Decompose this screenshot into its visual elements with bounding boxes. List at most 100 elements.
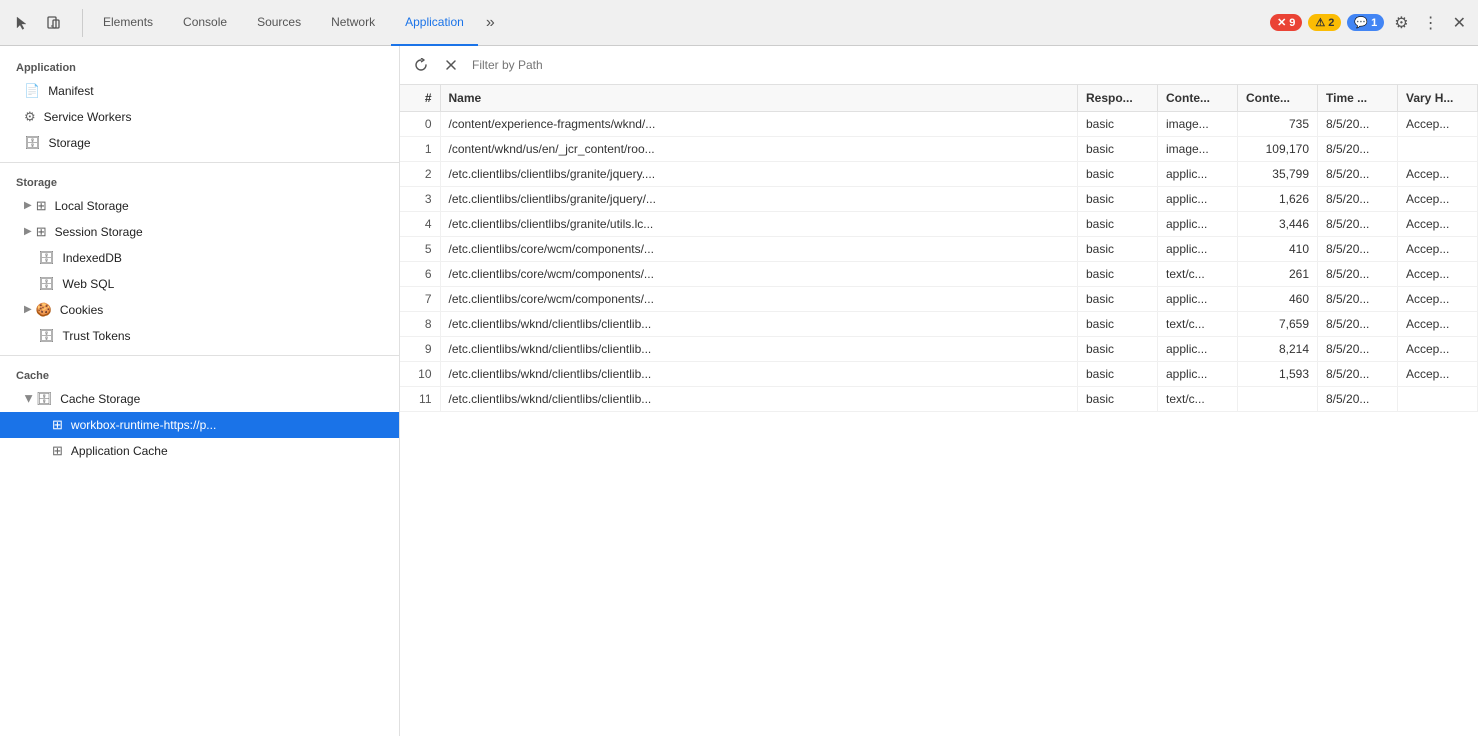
cell-vary xyxy=(1398,137,1478,162)
app-cache-label: Application Cache xyxy=(71,442,168,460)
sidebar-item-app-cache[interactable]: ⊞ Application Cache xyxy=(0,438,399,464)
sidebar-item-cookies[interactable]: ▶ 🍪 Cookies xyxy=(0,297,399,323)
col-header-response[interactable]: Respo... xyxy=(1078,85,1158,112)
msg-badge[interactable]: 💬 1 xyxy=(1347,14,1384,31)
col-header-vary[interactable]: Vary H... xyxy=(1398,85,1478,112)
storage-label: Storage xyxy=(49,134,91,152)
cell-time: 8/5/20... xyxy=(1318,262,1398,287)
cell-content-size: 735 xyxy=(1238,112,1318,137)
warn-badge[interactable]: ⚠ 2 xyxy=(1308,14,1341,31)
session-storage-icon: ⊞ xyxy=(36,223,47,241)
cell-name: /etc.clientlibs/clientlibs/granite/jquer… xyxy=(440,187,1078,212)
cursor-icon-btn[interactable] xyxy=(8,9,36,37)
cell-time: 8/5/20... xyxy=(1318,212,1398,237)
cell-name: /content/experience-fragments/wknd/... xyxy=(440,112,1078,137)
sidebar-divider-2 xyxy=(0,355,399,356)
cell-response: basic xyxy=(1078,312,1158,337)
table-row[interactable]: 11 /etc.clientlibs/wknd/clientlibs/clien… xyxy=(400,387,1478,412)
msg-icon: 💬 xyxy=(1354,16,1368,29)
cell-response: basic xyxy=(1078,262,1158,287)
table-row[interactable]: 8 /etc.clientlibs/wknd/clientlibs/client… xyxy=(400,312,1478,337)
refresh-button[interactable] xyxy=(408,52,434,78)
cell-num: 11 xyxy=(400,387,440,412)
cell-num: 6 xyxy=(400,262,440,287)
tab-elements[interactable]: Elements xyxy=(89,0,167,46)
cell-content-type: text/c... xyxy=(1158,312,1238,337)
cell-name: /etc.clientlibs/wknd/clientlibs/clientli… xyxy=(440,337,1078,362)
table-row[interactable]: 5 /etc.clientlibs/core/wcm/components/..… xyxy=(400,237,1478,262)
session-storage-label: Session Storage xyxy=(55,223,143,241)
table-row[interactable]: 0 /content/experience-fragments/wknd/...… xyxy=(400,112,1478,137)
trust-tokens-label: Trust Tokens xyxy=(63,327,131,345)
table-row[interactable]: 4 /etc.clientlibs/clientlibs/granite/uti… xyxy=(400,212,1478,237)
col-header-name[interactable]: Name xyxy=(440,85,1078,112)
close-icon[interactable]: ✕ xyxy=(1449,9,1470,37)
websql-label: Web SQL xyxy=(63,275,115,293)
warn-icon: ⚠ xyxy=(1315,16,1325,29)
table-row[interactable]: 7 /etc.clientlibs/core/wcm/components/..… xyxy=(400,287,1478,312)
indexeddb-label: IndexedDB xyxy=(63,249,122,267)
cell-name: /etc.clientlibs/wknd/clientlibs/clientli… xyxy=(440,387,1078,412)
cell-name: /etc.clientlibs/core/wcm/components/... xyxy=(440,287,1078,312)
storage-section-title: Storage xyxy=(0,169,399,193)
table-row[interactable]: 9 /etc.clientlibs/wknd/clientlibs/client… xyxy=(400,337,1478,362)
sidebar-item-storage[interactable]: 🗄 Storage xyxy=(0,130,399,156)
tab-network[interactable]: Network xyxy=(317,0,389,46)
sidebar-item-local-storage[interactable]: ▶ ⊞ Local Storage xyxy=(0,193,399,219)
sidebar-item-session-storage[interactable]: ▶ ⊞ Session Storage xyxy=(0,219,399,245)
device-icon-btn[interactable] xyxy=(40,9,68,37)
sidebar-item-cache-storage[interactable]: ▶ 🗄 Cache Storage xyxy=(0,386,399,412)
tab-console[interactable]: Console xyxy=(169,0,241,46)
table-row[interactable]: 2 /etc.clientlibs/clientlibs/granite/jqu… xyxy=(400,162,1478,187)
clear-button[interactable] xyxy=(438,52,464,78)
cell-num: 9 xyxy=(400,337,440,362)
cell-name: /etc.clientlibs/wknd/clientlibs/clientli… xyxy=(440,312,1078,337)
error-badge[interactable]: ✕ 9 xyxy=(1270,14,1302,31)
cookies-label: Cookies xyxy=(60,301,103,319)
col-header-content-size[interactable]: Conte... xyxy=(1238,85,1318,112)
cell-content-size: 109,170 xyxy=(1238,137,1318,162)
col-header-num[interactable]: # xyxy=(400,85,440,112)
more-tabs-icon[interactable]: » xyxy=(480,14,501,32)
table-row[interactable]: 3 /etc.clientlibs/clientlibs/granite/jqu… xyxy=(400,187,1478,212)
trust-tokens-icon: 🗄 xyxy=(38,327,55,345)
devtools-toolbar: Elements Console Sources Network Applica… xyxy=(0,0,1478,46)
table-header: # Name Respo... Conte... Conte... Time .… xyxy=(400,85,1478,112)
cell-num: 10 xyxy=(400,362,440,387)
cell-response: basic xyxy=(1078,237,1158,262)
settings-icon[interactable]: ⚙ xyxy=(1390,9,1412,37)
cell-name: /etc.clientlibs/core/wcm/components/... xyxy=(440,262,1078,287)
cell-content-size: 35,799 xyxy=(1238,162,1318,187)
cell-content-type: applic... xyxy=(1158,337,1238,362)
sidebar-item-websql[interactable]: 🗄 Web SQL xyxy=(0,271,399,297)
cell-num: 0 xyxy=(400,112,440,137)
tab-sources[interactable]: Sources xyxy=(243,0,315,46)
table-row[interactable]: 10 /etc.clientlibs/wknd/clientlibs/clien… xyxy=(400,362,1478,387)
cell-vary: Accep... xyxy=(1398,187,1478,212)
sidebar-item-indexeddb[interactable]: 🗄 IndexedDB xyxy=(0,245,399,271)
col-header-time[interactable]: Time ... xyxy=(1318,85,1398,112)
tab-application[interactable]: Application xyxy=(391,0,478,46)
service-workers-label: Service Workers xyxy=(44,108,132,126)
col-header-content-type[interactable]: Conte... xyxy=(1158,85,1238,112)
sidebar-item-manifest[interactable]: 📄 Manifest xyxy=(0,78,399,104)
sidebar-item-workbox[interactable]: ⊞ workbox-runtime-https://p... xyxy=(0,412,399,438)
cell-time: 8/5/20... xyxy=(1318,387,1398,412)
filter-input[interactable] xyxy=(468,56,1470,74)
websql-icon: 🗄 xyxy=(38,275,55,293)
table-row[interactable]: 1 /content/wknd/us/en/_jcr_content/roo..… xyxy=(400,137,1478,162)
cell-vary: Accep... xyxy=(1398,212,1478,237)
cell-num: 4 xyxy=(400,212,440,237)
filter-bar xyxy=(400,46,1478,85)
cell-content-type: image... xyxy=(1158,112,1238,137)
cell-response: basic xyxy=(1078,387,1158,412)
cell-time: 8/5/20... xyxy=(1318,362,1398,387)
sidebar-item-trust-tokens[interactable]: 🗄 Trust Tokens xyxy=(0,323,399,349)
cell-name: /etc.clientlibs/wknd/clientlibs/clientli… xyxy=(440,362,1078,387)
sidebar-item-service-workers[interactable]: ⚙ Service Workers xyxy=(0,104,399,130)
cell-content-size: 261 xyxy=(1238,262,1318,287)
cell-response: basic xyxy=(1078,287,1158,312)
cell-time: 8/5/20... xyxy=(1318,237,1398,262)
table-row[interactable]: 6 /etc.clientlibs/core/wcm/components/..… xyxy=(400,262,1478,287)
more-options-icon[interactable]: ⋮ xyxy=(1419,9,1443,37)
